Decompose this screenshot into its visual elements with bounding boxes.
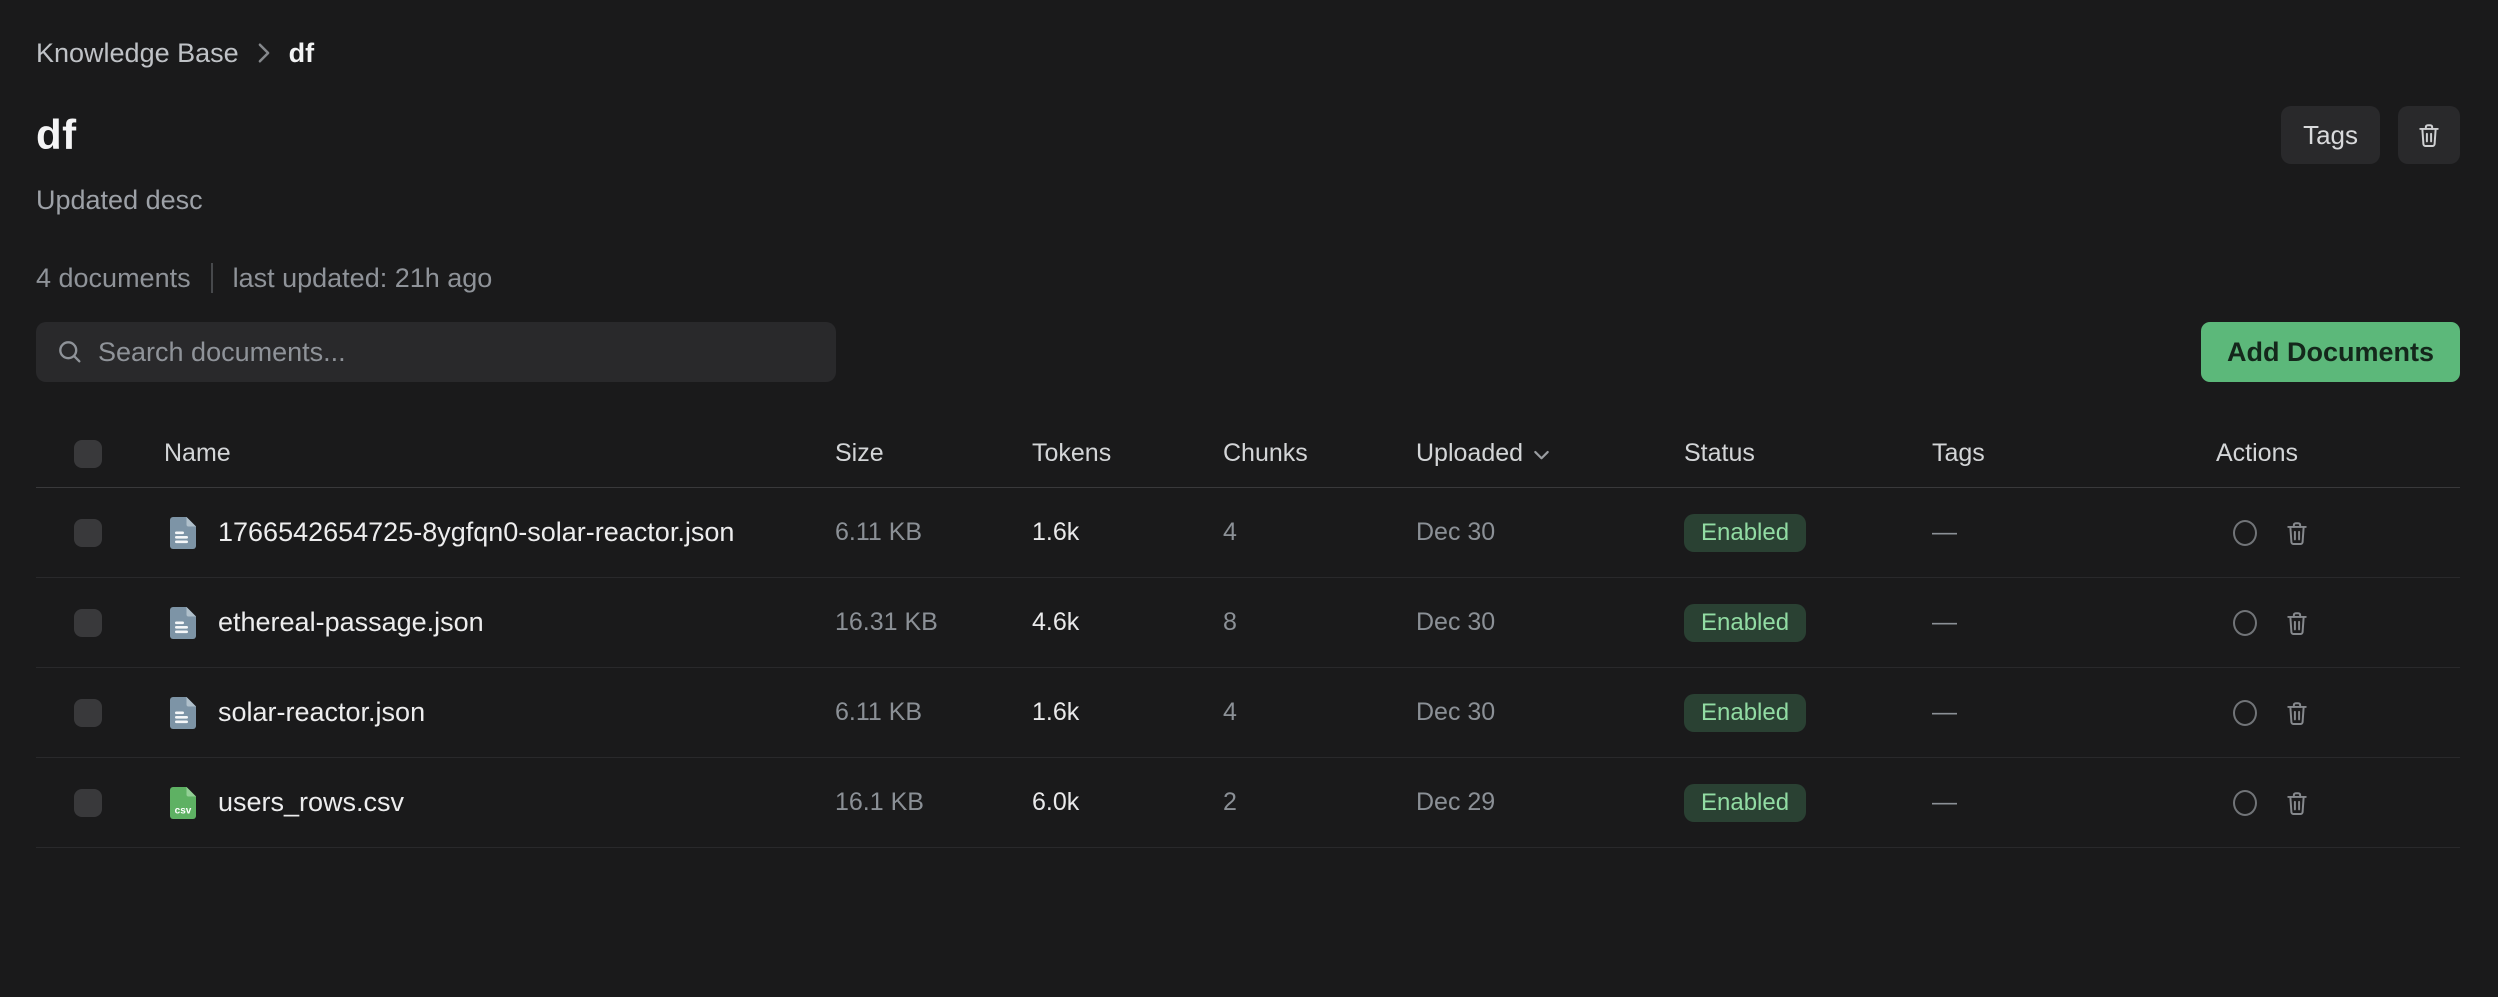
row-checkbox[interactable] bbox=[74, 789, 102, 817]
table-row[interactable]: csv users_rows.csv 16.1 KB 6.0k 2 Dec 29… bbox=[36, 758, 2460, 848]
chevron-right-icon bbox=[257, 42, 271, 64]
document-uploaded: Dec 30 bbox=[1416, 698, 1684, 727]
delete-document-button[interactable] bbox=[2282, 788, 2312, 818]
breadcrumb: Knowledge Base df bbox=[36, 36, 2460, 70]
status-badge: Enabled bbox=[1684, 514, 1806, 552]
doc-count: 4 documents bbox=[36, 262, 191, 294]
file-icon-json bbox=[170, 517, 196, 549]
document-name: ethereal-passage.json bbox=[218, 607, 484, 638]
trash-icon bbox=[2415, 121, 2443, 149]
delete-document-button[interactable] bbox=[2282, 608, 2312, 638]
search-icon bbox=[56, 338, 84, 366]
trash-icon bbox=[2283, 699, 2311, 727]
search-box[interactable] bbox=[36, 322, 836, 382]
table-body: 1766542654725-8ygfqn0-solar-reactor.json… bbox=[36, 488, 2460, 848]
table-row[interactable]: 1766542654725-8ygfqn0-solar-reactor.json… bbox=[36, 488, 2460, 578]
kb-meta: 4 documents last updated: 21h ago bbox=[36, 262, 2460, 294]
breadcrumb-current: df bbox=[289, 36, 314, 70]
row-checkbox[interactable] bbox=[74, 609, 102, 637]
status-badge: Enabled bbox=[1684, 604, 1806, 642]
delete-kb-button[interactable] bbox=[2398, 106, 2460, 164]
document-tags: — bbox=[1932, 788, 2216, 817]
svg-text:csv: csv bbox=[175, 805, 192, 816]
toggle-status-button[interactable] bbox=[2230, 788, 2260, 818]
breadcrumb-root-link[interactable]: Knowledge Base bbox=[36, 36, 239, 70]
document-name: 1766542654725-8ygfqn0-solar-reactor.json bbox=[218, 517, 734, 548]
search-input[interactable] bbox=[98, 337, 816, 368]
document-tags: — bbox=[1932, 608, 2216, 637]
document-tokens: 1.6k bbox=[1032, 518, 1223, 547]
document-chunks: 4 bbox=[1223, 518, 1416, 547]
row-checkbox[interactable] bbox=[74, 519, 102, 547]
meta-divider bbox=[211, 263, 213, 293]
documents-table: Name Size Tokens Chunks Uploaded Status … bbox=[36, 420, 2460, 848]
toggle-status-button[interactable] bbox=[2230, 518, 2260, 548]
document-uploaded: Dec 29 bbox=[1416, 788, 1684, 817]
col-header-uploaded-label: Uploaded bbox=[1416, 439, 1523, 468]
document-size: 6.11 KB bbox=[835, 698, 1032, 727]
toggle-status-button[interactable] bbox=[2230, 608, 2260, 638]
col-header-status: Status bbox=[1684, 439, 1932, 468]
page-title: df bbox=[36, 112, 2460, 158]
table-row[interactable]: solar-reactor.json 6.11 KB 1.6k 4 Dec 30… bbox=[36, 668, 2460, 758]
file-icon-csv: csv bbox=[170, 787, 196, 819]
documents-toolbar: Add Documents bbox=[36, 322, 2460, 382]
chevron-down-icon bbox=[1533, 447, 1550, 461]
knowledge-base-detail-page: Tags Knowledge Base df df Updated desc 4… bbox=[0, 0, 2498, 997]
trash-icon bbox=[2283, 519, 2311, 547]
document-uploaded: Dec 30 bbox=[1416, 518, 1684, 547]
table-row[interactable]: ethereal-passage.json 16.31 KB 4.6k 8 De… bbox=[36, 578, 2460, 668]
add-documents-button[interactable]: Add Documents bbox=[2201, 322, 2460, 382]
delete-document-button[interactable] bbox=[2282, 518, 2312, 548]
document-size: 16.31 KB bbox=[835, 608, 1032, 637]
col-header-chunks: Chunks bbox=[1223, 439, 1416, 468]
file-icon-json bbox=[170, 697, 196, 729]
col-header-uploaded[interactable]: Uploaded bbox=[1416, 439, 1684, 468]
document-name: users_rows.csv bbox=[218, 787, 404, 818]
col-header-tags: Tags bbox=[1932, 439, 2216, 468]
select-all-checkbox[interactable] bbox=[74, 440, 102, 468]
trash-icon bbox=[2283, 789, 2311, 817]
kb-description: Updated desc bbox=[36, 184, 2460, 216]
kb-actions: Tags bbox=[2281, 106, 2460, 164]
document-chunks: 2 bbox=[1223, 788, 1416, 817]
document-chunks: 4 bbox=[1223, 698, 1416, 727]
col-header-size: Size bbox=[835, 439, 1032, 468]
circle-icon bbox=[2233, 790, 2257, 816]
document-tokens: 6.0k bbox=[1032, 788, 1223, 817]
status-badge: Enabled bbox=[1684, 784, 1806, 822]
circle-icon bbox=[2233, 520, 2257, 546]
file-icon-json bbox=[170, 607, 196, 639]
document-name: solar-reactor.json bbox=[218, 697, 425, 728]
table-header-row: Name Size Tokens Chunks Uploaded Status … bbox=[36, 420, 2460, 488]
tags-button[interactable]: Tags bbox=[2281, 106, 2380, 164]
toggle-status-button[interactable] bbox=[2230, 698, 2260, 728]
col-header-name: Name bbox=[164, 439, 835, 468]
document-tokens: 1.6k bbox=[1032, 698, 1223, 727]
delete-document-button[interactable] bbox=[2282, 698, 2312, 728]
col-header-actions: Actions bbox=[2216, 439, 2460, 468]
row-checkbox[interactable] bbox=[74, 699, 102, 727]
status-badge: Enabled bbox=[1684, 694, 1806, 732]
trash-icon bbox=[2283, 609, 2311, 637]
document-size: 16.1 KB bbox=[835, 788, 1032, 817]
document-size: 6.11 KB bbox=[835, 518, 1032, 547]
document-tokens: 4.6k bbox=[1032, 608, 1223, 637]
document-chunks: 8 bbox=[1223, 608, 1416, 637]
circle-icon bbox=[2233, 610, 2257, 636]
circle-icon bbox=[2233, 700, 2257, 726]
document-tags: — bbox=[1932, 518, 2216, 547]
document-uploaded: Dec 30 bbox=[1416, 608, 1684, 637]
document-tags: — bbox=[1932, 698, 2216, 727]
col-header-tokens: Tokens bbox=[1032, 439, 1223, 468]
last-updated: last updated: 21h ago bbox=[233, 262, 493, 294]
